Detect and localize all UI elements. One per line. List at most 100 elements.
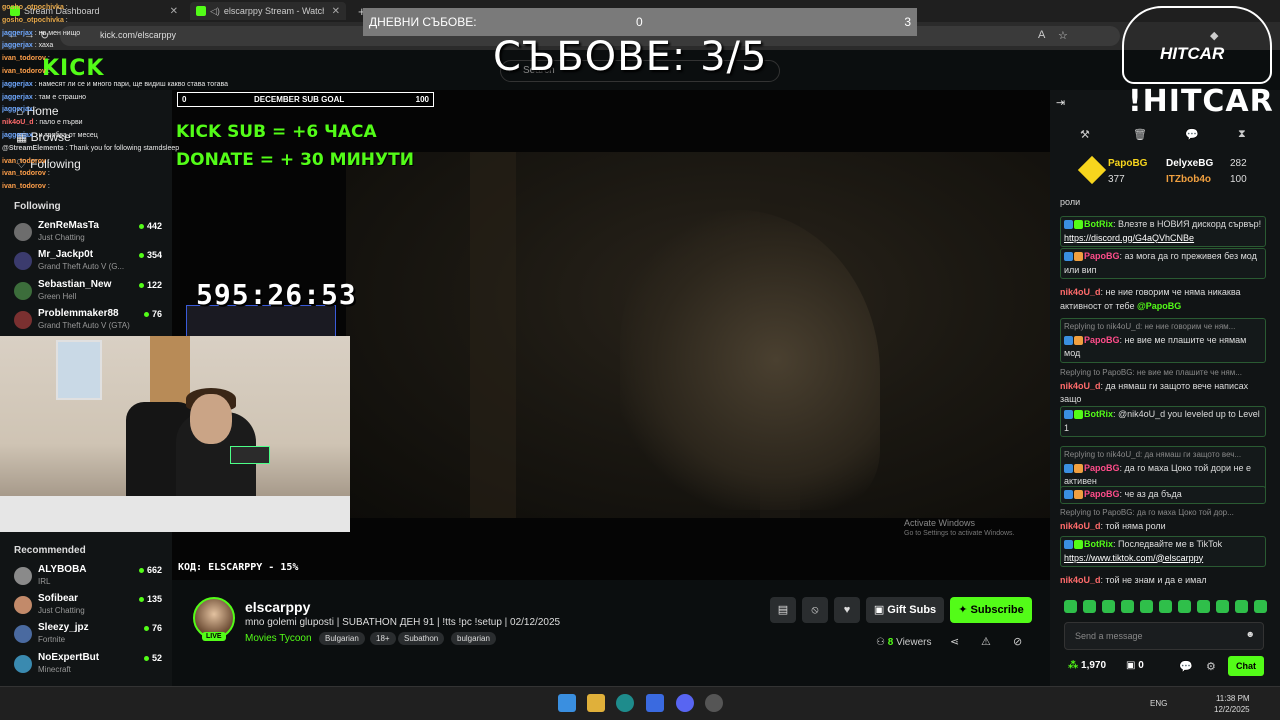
chat-username[interactable]: nik4oU_d	[1060, 287, 1101, 297]
webcam-desk	[0, 496, 350, 532]
clip-button[interactable]: ▤	[770, 597, 796, 623]
video-scene-wall	[470, 152, 516, 518]
recommended-channel-item[interactable]: NoExpertBut Minecraft 52	[14, 652, 164, 678]
read-aloud-icon[interactable]: A	[1038, 29, 1045, 41]
emote-icon[interactable]	[1140, 600, 1153, 613]
edge-icon[interactable]	[616, 694, 634, 712]
notifications-button[interactable]: ⦸	[802, 597, 828, 623]
clock-time: 11:38 PM	[1215, 694, 1250, 703]
chat-bubble-icon[interactable]: 💬	[1185, 128, 1199, 141]
chat-username[interactable]: BotRix	[1084, 219, 1113, 229]
following-channel-item[interactable]: Mr_Jackp0t Grand Theft Auto V (G... 354	[14, 249, 164, 275]
reply-reference[interactable]: Replying to PapoBG: да го маха Цоко той …	[1060, 506, 1266, 520]
favorite-star-icon[interactable]: ☆	[1058, 29, 1068, 42]
following-channel-item[interactable]: Sebastian_New Green Hell 122	[14, 279, 164, 305]
share-icon[interactable]: ⋖	[950, 635, 959, 648]
reply-reference[interactable]: Replying to PapoBG: не вие ме плашите че…	[1060, 366, 1266, 380]
chat-message[interactable]: Replying to PapoBG: не вие ме плашите че…	[1060, 366, 1266, 407]
emote-icon[interactable]	[1197, 600, 1210, 613]
reply-reference[interactable]: Replying to nik4oU_d: да нямаш ги защото…	[1064, 448, 1262, 462]
stream-tag[interactable]: Subathon	[398, 632, 445, 645]
close-icon[interactable]: ✕	[332, 6, 340, 17]
chat-send-button[interactable]: Chat	[1228, 656, 1264, 676]
discord-icon[interactable]	[676, 694, 694, 712]
chat-message[interactable]: nik4oU_d: той не знам и да е имал	[1060, 574, 1266, 588]
gift-subs-label: Gift Subs	[887, 604, 937, 616]
emote-icon[interactable]	[1235, 600, 1248, 613]
emoji-icon[interactable]: ☻	[1246, 629, 1255, 639]
gifter-name: ITZbob4o	[1166, 174, 1211, 185]
chat-message[interactable]: Replying to nik4oU_d: не ние говорим че …	[1060, 318, 1266, 363]
emote-icon[interactable]	[1178, 600, 1191, 613]
hourglass-icon[interactable]: ⧗	[1238, 128, 1246, 141]
chat-message[interactable]: BotRix: Последвайте ме в TikTok https://…	[1060, 536, 1266, 567]
emote-icon[interactable]	[1102, 600, 1115, 613]
taskbar-clock[interactable]: 11:38 PM 12/2/2025	[1214, 693, 1250, 715]
overlay-chat-text: Thank you for following stamdsleep	[69, 144, 180, 152]
channel-category: Fortnite	[38, 635, 66, 644]
chat-link[interactable]: https://www.tiktok.com/@elscarppy	[1064, 553, 1203, 563]
chat-message[interactable]: роли	[1060, 196, 1266, 210]
emote-icon[interactable]	[1254, 600, 1267, 613]
chat-username[interactable]: PapoBG	[1084, 335, 1120, 345]
report-icon[interactable]: ⚠	[981, 635, 991, 648]
hammer-icon[interactable]: ⚒	[1080, 128, 1090, 141]
chat-username[interactable]: PapoBG	[1084, 251, 1120, 261]
stream-tag[interactable]: Bulgarian	[319, 632, 365, 645]
stream-category[interactable]: Movies Tycoon	[245, 633, 312, 644]
start-icon[interactable]	[558, 694, 576, 712]
chat-mention[interactable]: @PapoBG	[1137, 301, 1181, 311]
settings-icon[interactable]: ⚙	[1206, 660, 1216, 673]
chat-message[interactable]: PapoBG: че аз да бъда	[1060, 486, 1266, 504]
chat-message[interactable]: BotRix: Влезте в НОВИЯ дискорд сървър! h…	[1060, 216, 1266, 247]
chat-username[interactable]: BotRix	[1084, 539, 1113, 549]
following-channel-item[interactable]: Problemmaker88 Grand Theft Auto V (GTA) …	[14, 308, 164, 334]
gift-subs-button[interactable]: ▣ Gift Subs	[866, 597, 944, 623]
emote-icon[interactable]	[1159, 600, 1172, 613]
chat-link[interactable]: https://discord.gg/G4aQVhCNBe	[1064, 233, 1194, 243]
chat-message-input[interactable]: Send a message ☻	[1064, 622, 1264, 650]
language-indicator[interactable]: ENG	[1150, 699, 1167, 708]
collapse-chat-icon[interactable]: ⇥	[1056, 96, 1065, 109]
secondary-points[interactable]: ▣ 0	[1126, 660, 1144, 671]
emote-icon[interactable]	[1216, 600, 1229, 613]
overlay-chat-line: nik4oU_d : пало е първи	[2, 117, 242, 130]
hide-icon[interactable]: ⊘	[1013, 635, 1022, 648]
emote-bar[interactable]	[1064, 600, 1270, 616]
chat-username[interactable]: BotRix	[1084, 409, 1113, 419]
channel-points[interactable]: ⁂ 1,970	[1068, 660, 1106, 671]
emote-icon[interactable]	[1121, 600, 1134, 613]
chat-username[interactable]: nik4oU_d	[1060, 521, 1101, 531]
recommended-channel-item[interactable]: ALYBOBA IRL 662	[14, 564, 164, 590]
emote-icon[interactable]	[1064, 600, 1077, 613]
recommended-channel-item[interactable]: Sleezy_jpz Fortnite 76	[14, 622, 164, 648]
reply-reference[interactable]: Replying to nik4oU_d: не ние говорим че …	[1064, 320, 1262, 334]
chat-message[interactable]: nik4oU_d: не ние говорим че няма никаква…	[1060, 286, 1266, 313]
chat-username[interactable]: nik4oU_d	[1060, 381, 1101, 391]
obs-icon[interactable]	[705, 694, 723, 712]
trash-icon[interactable]: 🗑	[1133, 128, 1147, 141]
recommended-channel-item[interactable]: Sofibear Just Chatting 135	[14, 593, 164, 619]
following-channel-item[interactable]: ZenReMasTa Just Chatting 442	[14, 220, 164, 246]
follow-button[interactable]: ♥	[834, 597, 860, 623]
emote-icon[interactable]	[1083, 600, 1096, 613]
stream-tag[interactable]: 18+	[370, 632, 396, 645]
daily-subs-goal: 3	[904, 15, 911, 29]
system-tray[interactable]: ENG	[1150, 699, 1167, 708]
chat-message[interactable]: Replying to PapoBG: да го маха Цоко той …	[1060, 506, 1266, 533]
live-badge: LIVE	[202, 632, 226, 641]
chat-message[interactable]: BotRix: @nik4oU_d you leveled up to Leve…	[1060, 406, 1266, 437]
store-icon[interactable]	[646, 694, 664, 712]
overlay-chat-text: на мен нищо	[38, 29, 81, 37]
chat-username[interactable]: PapoBG	[1084, 463, 1120, 473]
chat-message[interactable]: PapoBG: аз мога да го преживея без мод и…	[1060, 248, 1266, 279]
chat-message[interactable]: Replying to nik4oU_d: да нямаш ги защото…	[1060, 446, 1266, 491]
subscribe-button[interactable]: ✦ Subscribe	[950, 597, 1032, 623]
subscribe-label: Subscribe	[970, 604, 1024, 616]
chat-bubble-icon[interactable]: 💬	[1179, 660, 1193, 673]
chat-username[interactable]: PapoBG	[1084, 489, 1120, 499]
chat-username[interactable]: nik4oU_d	[1060, 575, 1101, 585]
stream-tag[interactable]: bulgarian	[451, 632, 496, 645]
streamer-name[interactable]: elscarppy	[245, 599, 310, 615]
file-explorer-icon[interactable]	[587, 694, 605, 712]
